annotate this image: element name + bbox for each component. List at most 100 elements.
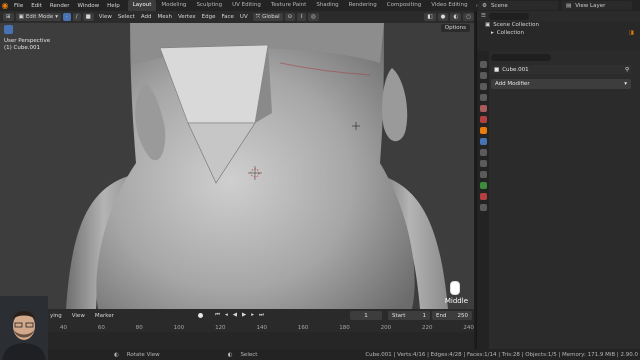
collection-expand-icon[interactable]: ▸ [491,30,494,36]
properties-editor: ■ Cube.001 ⚲ Add Modifier ▾ [476,51,640,349]
ruler-tick: 120 [215,324,226,331]
end-frame-field[interactable]: End 250 [432,311,472,320]
ruler-tick: 160 [297,324,309,331]
pivot-button[interactable]: ⊙ [284,13,296,21]
viewport-info: User Perspective (1) Cube.001 [4,38,50,52]
modifier-tab-icon[interactable] [479,138,487,145]
mode-selector[interactable]: ▣ Edit Mode ▾ [15,13,61,21]
menu-window[interactable]: Window [73,3,103,9]
menu-help[interactable]: Help [103,3,124,9]
tab-uv-editing[interactable]: UV Editing [227,0,266,11]
xray-button[interactable]: ◧ [424,13,436,21]
ruler-tick: 100 [173,324,185,331]
view-layer-tab-icon[interactable] [479,94,487,101]
material-tab-icon[interactable] [479,193,487,200]
tab-texture-paint[interactable]: Texture Paint [266,0,312,11]
shading-rendered-button[interactable]: ○ [463,13,474,21]
menu-add[interactable]: Add [138,14,155,20]
editor-type-button[interactable]: ⊞ [3,13,14,21]
tool-tab-icon[interactable] [479,61,487,68]
3d-viewport[interactable]: User Perspective (1) Cube.001 Options Mi… [0,23,474,309]
menu-vertex[interactable]: Vertex [175,14,199,20]
texture-tab-icon[interactable] [479,204,487,211]
output-tab-icon[interactable] [479,83,487,90]
end-value: 250 [457,312,469,319]
object-name-field[interactable]: ■ Cube.001 ⚲ [491,65,631,74]
options-dropdown[interactable]: Options [440,24,470,32]
menu-face[interactable]: Face [218,14,236,20]
menu-select[interactable]: Select [115,14,138,20]
timeline-menu-marker[interactable]: Marker [91,313,118,319]
start-frame-field[interactable]: Start 1 [388,311,430,320]
menu-render[interactable]: Render [46,3,74,9]
select-tool-icon[interactable] [4,25,13,34]
snap-button[interactable]: ⌇ [297,13,306,21]
play-icon[interactable]: ▶ [242,312,246,319]
view-layer-selector[interactable]: ▤ View Layer [562,1,632,10]
world-tab-icon[interactable] [479,116,487,123]
prev-key-icon[interactable]: ◂ [225,312,228,319]
tab-video-editing[interactable]: Video Editing [426,0,472,11]
face-select-button[interactable]: ■ [82,13,94,21]
object-tab-icon[interactable] [479,127,487,134]
shading-material-button[interactable]: ◐ [450,13,462,21]
transform-orientation-selector[interactable]: ⤧ Global [252,13,283,21]
particles-tab-icon[interactable] [479,149,487,156]
collection-row[interactable]: ▸ Collection ◨ [477,29,640,37]
status-hint-select: Select [240,351,258,358]
vertex-select-button[interactable]: · [62,13,71,21]
timeline-body[interactable] [0,332,474,349]
tool-shelf [4,25,13,34]
mesh-view [0,23,474,309]
mouse-icon: ◐ [114,351,119,358]
menu-view[interactable]: View [96,14,115,20]
play-reverse-icon[interactable]: ◀ [233,312,237,319]
scene-collection-row[interactable]: ▣ Scene Collection [477,21,640,29]
scene-stats: Cube.001 | Verts:4/16 | Edges:4/28 | Fac… [365,351,638,358]
scene-tab-icon[interactable] [479,105,487,112]
constraints-tab-icon[interactable] [479,171,487,178]
tab-sculpting[interactable]: Sculpting [191,0,227,11]
chevron-down-icon: ▾ [624,81,627,87]
tab-shading[interactable]: Shading [311,0,343,11]
add-modifier-button[interactable]: Add Modifier ▾ [491,79,631,89]
menu-uv[interactable]: UV [237,14,251,20]
ruler-tick: 200 [380,324,392,331]
shading-solid-button[interactable]: ● [437,13,449,21]
jump-end-icon[interactable]: ⏭ [259,312,264,319]
outliner-search-input[interactable] [488,12,529,20]
render-tab-icon[interactable] [479,72,487,79]
tab-layout[interactable]: Layout [127,0,157,11]
timeline-menu-view[interactable]: View [68,313,89,319]
ruler-tick: 220 [422,324,433,331]
menu-file[interactable]: File [10,3,27,9]
pin-icon[interactable]: ⚲ [625,67,629,73]
data-tab-icon[interactable] [479,182,487,189]
record-button[interactable] [198,313,203,318]
physics-tab-icon[interactable] [479,160,487,167]
outliner-editor-icon[interactable]: ☰ [481,13,486,19]
menu-edge[interactable]: Edge [199,14,219,20]
menu-edit[interactable]: Edit [27,3,46,9]
scene-selector[interactable]: ⚙ Scene [478,1,558,10]
ruler-tick: 140 [256,324,267,331]
blender-logo-icon[interactable]: ◉ [0,0,10,11]
properties-search-input[interactable] [491,53,551,61]
tab-rendering[interactable]: Rendering [344,0,382,11]
playback-menu[interactable]: ying [46,313,66,319]
top-menu-bar: ◉ File Edit Render Window Help Layout Mo… [0,0,640,11]
edge-select-button[interactable]: / [72,13,81,21]
proportional-edit-button[interactable]: ◎ [307,13,319,21]
frame-ruler[interactable]: 40 60 80 100 120 140 160 180 200 220 240 [60,323,474,332]
tab-modeling[interactable]: Modeling [156,0,191,11]
start-label: Start [392,312,406,319]
next-key-icon[interactable]: ▸ [251,312,254,319]
jump-start-icon[interactable]: ⏮ [215,312,220,319]
scene-name: Scene [490,2,508,9]
menu-mesh[interactable]: Mesh [154,14,174,20]
chevron-down-icon: ▾ [55,14,58,20]
tab-compositing[interactable]: Compositing [382,0,426,11]
add-modifier-label: Add Modifier [495,81,530,87]
current-frame-field[interactable]: 1 [350,311,382,320]
collection-visibility-icon[interactable]: ◨ [629,30,634,36]
